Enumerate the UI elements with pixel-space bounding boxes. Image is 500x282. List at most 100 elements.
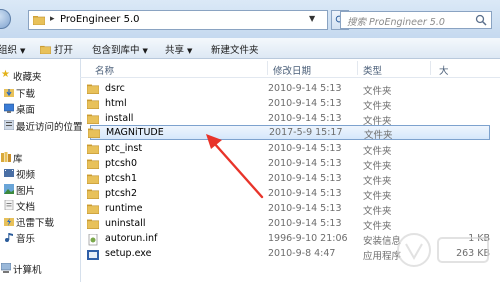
dropdown-caret-icon: ▼ — [187, 47, 193, 55]
file-type: 文件夹 — [363, 86, 392, 97]
address-dropdown-icon[interactable]: ▼ — [309, 14, 315, 23]
column-size[interactable]: 大 — [439, 63, 449, 77]
file-row[interactable]: dsrc 2010-9-14 5:13 文件夹 — [80, 82, 500, 97]
library-icon — [1, 152, 11, 162]
desktop-icon — [4, 103, 14, 113]
organize-button[interactable]: 组织 ▼ — [0, 42, 25, 56]
file-type: 文件夹 — [363, 191, 392, 202]
share-button[interactable]: 共享 ▼ — [165, 42, 192, 56]
share-label: 共享 — [165, 45, 185, 56]
nav-thunder-label: 迅雷下载 — [16, 218, 55, 229]
file-row[interactable]: ptc_inst 2010-9-14 5:13 文件夹 — [80, 142, 500, 157]
download-folder-icon — [4, 89, 14, 97]
column-divider[interactable] — [267, 61, 268, 75]
star-icon: ★ — [1, 69, 10, 80]
folder-icon — [87, 219, 99, 229]
file-row[interactable]: ptcsh0 2010-9-14 5:13 文件夹 — [80, 157, 500, 172]
file-name: ptc_inst — [105, 143, 143, 154]
music-icon — [5, 233, 13, 242]
folder-icon — [87, 114, 99, 124]
file-type: 文件夹 — [363, 146, 392, 157]
file-type: 文件夹 — [363, 206, 392, 217]
thunder-download-icon — [4, 218, 14, 226]
column-type[interactable]: 类型 — [363, 63, 382, 77]
exe-file-icon — [87, 249, 99, 260]
address-field[interactable]: ▸ ProEngineer 5.0 ▼ — [28, 10, 328, 30]
nav-documents-label: 文档 — [16, 202, 36, 213]
file-name: ptcsh0 — [105, 158, 137, 169]
file-row[interactable]: ptcsh2 2010-9-14 5:13 文件夹 — [80, 187, 500, 202]
file-date: 2010-9-14 5:13 — [268, 173, 342, 184]
file-name: setup.exe — [105, 248, 152, 259]
file-type: 文件夹 — [363, 161, 392, 172]
file-type: 文件夹 — [363, 176, 392, 187]
folder-icon — [87, 174, 99, 184]
file-date: 2010-9-14 5:13 — [268, 218, 342, 229]
open-button[interactable]: 打开 — [39, 42, 74, 56]
nav-downloads-label: 下载 — [16, 89, 36, 100]
search-placeholder: 搜索 ProEngineer 5.0 — [347, 17, 445, 28]
file-name: runtime — [105, 203, 143, 214]
file-type: 文件夹 — [363, 221, 392, 232]
folder-icon — [88, 128, 100, 138]
file-type: 文件夹 — [363, 101, 392, 112]
file-name: MAGNiTUDE — [106, 127, 164, 138]
search-icon[interactable] — [475, 14, 487, 26]
folder-icon — [87, 84, 99, 94]
dropdown-caret-icon: ▼ — [20, 47, 26, 55]
nav-computer-label: 计算机 — [13, 265, 42, 276]
file-name: ptcsh1 — [105, 173, 137, 184]
folder-icon — [87, 144, 99, 154]
nav-recent-label: 最近访问的位置 — [16, 122, 83, 133]
inf-file-icon — [87, 234, 99, 246]
recent-places-icon — [4, 120, 14, 130]
file-name: html — [105, 98, 127, 109]
search-input[interactable]: 搜索 ProEngineer 5.0 — [340, 11, 492, 29]
new-folder-button[interactable]: 新建文件夹 — [211, 42, 259, 56]
file-date: 1996-9-10 21:06 — [268, 233, 348, 244]
include-in-library-button[interactable]: 包含到库中 ▼ — [92, 42, 148, 56]
nav-library-label: 库 — [13, 154, 23, 165]
back-forward-buttons[interactable] — [0, 6, 26, 32]
file-name: uninstall — [105, 218, 146, 229]
file-date: 2010-9-14 5:13 — [268, 143, 342, 154]
file-name: install — [105, 113, 134, 124]
file-date: 2010-9-14 5:13 — [268, 113, 342, 124]
dropdown-caret-icon: ▼ — [142, 47, 148, 55]
file-type: 文件夹 — [364, 130, 393, 141]
forward-icon[interactable] — [0, 9, 11, 29]
open-label: 打开 — [54, 45, 74, 56]
column-modified[interactable]: 修改日期 — [273, 63, 311, 77]
include-in-library-label: 包含到库中 — [92, 45, 140, 56]
command-bar: 组织 ▼ 打开 包含到库中 ▼ 共享 ▼ 新建文件夹 — [0, 38, 500, 59]
file-date: 2010-9-14 5:13 — [268, 188, 342, 199]
file-row[interactable]: ptcsh1 2010-9-14 5:13 文件夹 — [80, 172, 500, 187]
column-header: 名称 修改日期 类型 大 — [80, 59, 500, 78]
organize-label: 组织 — [0, 45, 18, 56]
watermark-logo — [397, 233, 489, 267]
folder-icon — [87, 99, 99, 109]
file-date: 2010-9-14 5:13 — [268, 98, 342, 109]
column-divider[interactable] — [430, 61, 431, 75]
folder-icon — [87, 159, 99, 169]
breadcrumb-chevron-icon[interactable]: ▸ — [50, 14, 55, 24]
file-name: autorun.inf — [105, 233, 158, 244]
file-row[interactable]: html 2010-9-14 5:13 文件夹 — [80, 97, 500, 112]
file-name: dsrc — [105, 83, 125, 94]
file-row-selected[interactable]: MAGNiTUDE 2017-5-9 15:17 文件夹 — [88, 125, 490, 141]
column-name[interactable]: 名称 — [95, 63, 114, 77]
breadcrumb-current[interactable]: ProEngineer 5.0 — [60, 14, 139, 25]
file-name: ptcsh2 — [105, 188, 137, 199]
nav-videos-label: 视频 — [16, 170, 36, 181]
file-date: 2010-9-8 4:47 — [268, 248, 336, 259]
nav-music-label: 音乐 — [16, 234, 36, 245]
videos-icon — [4, 169, 14, 177]
folder-icon — [87, 204, 99, 214]
folder-icon — [33, 16, 45, 25]
column-divider[interactable] — [357, 61, 358, 75]
file-row[interactable]: runtime 2010-9-14 5:13 文件夹 — [80, 202, 500, 217]
file-date: 2017-5-9 15:17 — [269, 127, 343, 138]
nav-desktop-label: 桌面 — [16, 105, 36, 116]
computer-icon — [1, 263, 11, 273]
documents-icon — [4, 200, 14, 210]
